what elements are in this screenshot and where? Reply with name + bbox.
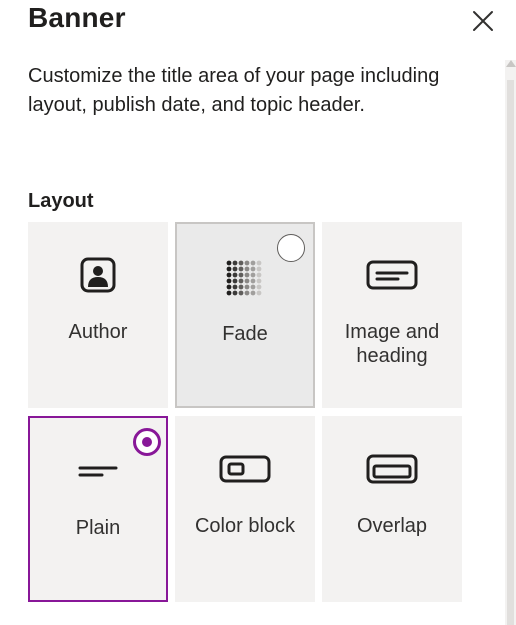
plain-icon [78,466,118,477]
layout-option-overlap[interactable]: Overlap [322,416,462,602]
layout-option-label: Image and heading [344,321,440,367]
layout-option-label: Fade [222,323,268,345]
image-heading-icon [366,260,418,290]
color-block-icon [219,455,271,483]
scrollbar-thumb[interactable] [507,80,514,625]
scrollbar[interactable] [505,60,516,625]
banner-panel: Banner Customize the title area of your … [0,0,516,625]
panel-title: Banner [28,2,126,33]
layout-option-label: Author [68,321,128,343]
layout-option-radio-selected[interactable] [133,428,161,456]
layout-option-label: Color block [194,515,296,537]
layout-option-author[interactable]: Author [28,222,168,408]
fade-icon [226,260,262,296]
layout-option-plain[interactable]: Plain [28,416,168,602]
overlap-icon [366,454,418,484]
layout-option-radio[interactable] [277,234,305,262]
scroll-up-icon[interactable] [506,60,516,67]
close-button[interactable] [470,8,496,34]
panel-description: Customize the title area of your page in… [28,65,440,116]
layout-option-label: Plain [75,517,121,539]
layout-option-fade[interactable]: Fade [175,222,315,408]
layout-option-image-and-heading[interactable]: Image and heading [322,222,462,408]
layout-option-color-block[interactable]: Color block [175,416,315,602]
layout-heading: Layout [28,190,94,212]
close-icon [473,11,493,31]
layout-option-label: Overlap [356,515,428,537]
author-icon [80,257,116,293]
